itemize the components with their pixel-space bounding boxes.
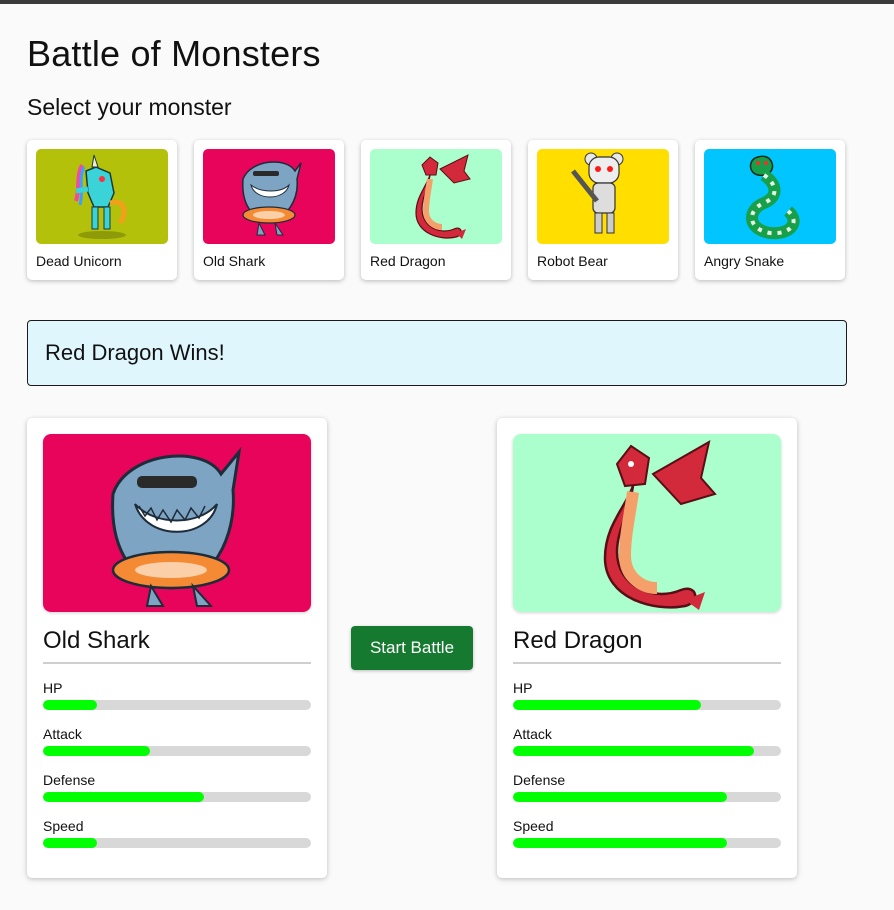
stat-label: Attack <box>513 726 552 742</box>
page-title: Battle of Monsters <box>27 33 321 74</box>
monster-card-red-dragon[interactable]: Red Dragon <box>361 140 511 280</box>
stat-bar-fill <box>43 792 204 802</box>
start-battle-button[interactable]: Start Battle <box>351 626 473 670</box>
stat-bar <box>513 792 781 802</box>
monster-card-name: Angry Snake <box>704 253 785 269</box>
computer-monster-card: Red Dragon HP Attack Defense Speed <box>497 418 797 878</box>
stat-attack: Attack <box>43 726 311 756</box>
stat-label: Speed <box>513 818 554 834</box>
stat-defense: Defense <box>43 772 311 802</box>
stat-speed: Speed <box>513 818 781 848</box>
stat-hp: HP <box>43 680 311 710</box>
stat-defense: Defense <box>513 772 781 802</box>
stat-label: HP <box>43 680 63 696</box>
stat-bar-fill <box>43 746 151 756</box>
monster-card-angry-snake[interactable]: Angry Snake <box>695 140 845 280</box>
stat-label: HP <box>513 680 533 696</box>
monster-card-name: Dead Unicorn <box>36 253 122 269</box>
stat-bar-fill <box>513 746 755 756</box>
stat-hp: HP <box>513 680 781 710</box>
stat-speed: Speed <box>43 818 311 848</box>
stat-bar-fill <box>513 838 728 848</box>
stat-label: Defense <box>513 772 566 788</box>
monster-card-name: Old Shark <box>203 253 266 269</box>
stat-attack: Attack <box>513 726 781 756</box>
stat-label: Attack <box>43 726 82 742</box>
monster-card-name: Red Dragon <box>370 253 446 269</box>
monster-card-name: Robot Bear <box>537 253 608 269</box>
stat-label: Speed <box>43 818 84 834</box>
page-subtitle: Select your monster <box>27 94 232 120</box>
stat-bar <box>43 792 311 802</box>
winner-text: Red Dragon Wins! <box>45 340 225 365</box>
stat-bar <box>513 700 781 710</box>
player-monster-card: Old Shark HP Attack Defense Speed <box>27 418 327 878</box>
monster-card-old-shark[interactable]: Old Shark <box>194 140 344 280</box>
stat-bar <box>43 838 311 848</box>
monster-card-dead-unicorn[interactable]: Dead Unicorn <box>27 140 177 280</box>
stat-bar <box>513 838 781 848</box>
monster-picker: Dead Unicorn Old Shark Red Dragon Robot … <box>27 140 845 280</box>
dragon-icon <box>370 149 502 244</box>
dragon-icon <box>513 434 781 612</box>
top-bar <box>0 0 894 4</box>
stat-bar-fill <box>513 792 728 802</box>
stat-bar-fill <box>43 838 97 848</box>
computer-monster-name: Red Dragon <box>513 627 781 664</box>
shark-icon <box>203 149 335 244</box>
stat-bar-fill <box>43 700 97 710</box>
stat-label: Defense <box>43 772 96 788</box>
stat-bar-fill <box>513 700 701 710</box>
winner-banner: Red Dragon Wins! <box>27 320 847 386</box>
snake-icon <box>704 149 836 244</box>
player-monster-name: Old Shark <box>43 627 311 664</box>
monster-card-robot-bear[interactable]: Robot Bear <box>528 140 678 280</box>
stat-bar <box>43 700 311 710</box>
robot-bear-icon <box>537 149 669 244</box>
stat-bar <box>43 746 311 756</box>
unicorn-icon <box>36 149 168 244</box>
shark-icon <box>43 434 311 612</box>
stat-bar <box>513 746 781 756</box>
